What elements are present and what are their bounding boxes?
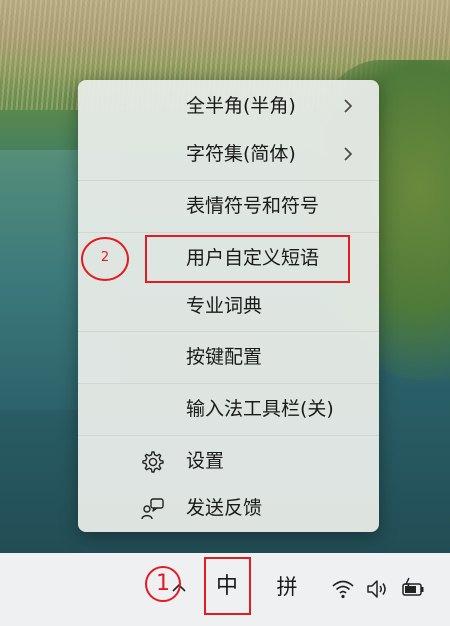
menu-item-label: 发送反馈: [186, 497, 263, 519]
menu-separator: [78, 180, 379, 181]
feedback-icon: [141, 498, 164, 520]
menu-separator: [78, 383, 379, 384]
annotation-highlight-user-phrases: [145, 235, 350, 283]
chevron-right-icon: [344, 147, 353, 161]
annotation-highlight-ime-mode: [204, 557, 251, 615]
menu-separator: [78, 331, 379, 332]
annotation-step-2: 2: [81, 237, 129, 281]
menu-item-send-feedback[interactable]: 发送反馈: [78, 486, 379, 530]
menu-item-label: 全半角(半角): [186, 95, 296, 117]
menu-item-settings[interactable]: 设置: [78, 439, 379, 483]
menu-item-label: 输入法工具栏(关): [186, 398, 334, 420]
menu-item-label: 字符集(简体): [186, 143, 296, 165]
menu-item-emoji-symbols[interactable]: 表情符号和符号: [78, 184, 379, 228]
menu-item-full-half-width[interactable]: 全半角(半角): [78, 84, 379, 128]
battery-icon[interactable]: [400, 576, 426, 602]
ime-context-menu: 全半角(半角) 字符集(简体) 表情符号和符号 用户自定义短语 专业词典 按键配…: [78, 80, 379, 532]
menu-separator: [78, 435, 379, 436]
menu-item-pro-dictionary[interactable]: 专业词典: [78, 284, 379, 328]
menu-separator: [78, 232, 379, 233]
menu-item-label: 表情符号和符号: [186, 195, 320, 217]
wifi-icon[interactable]: [330, 576, 356, 602]
annotation-step-1: 1: [145, 566, 181, 602]
menu-item-charset[interactable]: 字符集(简体): [78, 132, 379, 176]
chevron-right-icon: [344, 99, 353, 113]
menu-item-ime-toolbar[interactable]: 输入法工具栏(关): [78, 387, 379, 431]
menu-item-label: 按键配置: [186, 346, 263, 368]
menu-item-label: 专业词典: [186, 295, 263, 317]
ime-method-indicator[interactable]: 拼: [267, 569, 307, 605]
volume-icon[interactable]: [364, 576, 390, 602]
gear-icon: [142, 451, 164, 473]
menu-item-key-config[interactable]: 按键配置: [78, 335, 379, 379]
menu-item-label: 设置: [186, 450, 225, 472]
